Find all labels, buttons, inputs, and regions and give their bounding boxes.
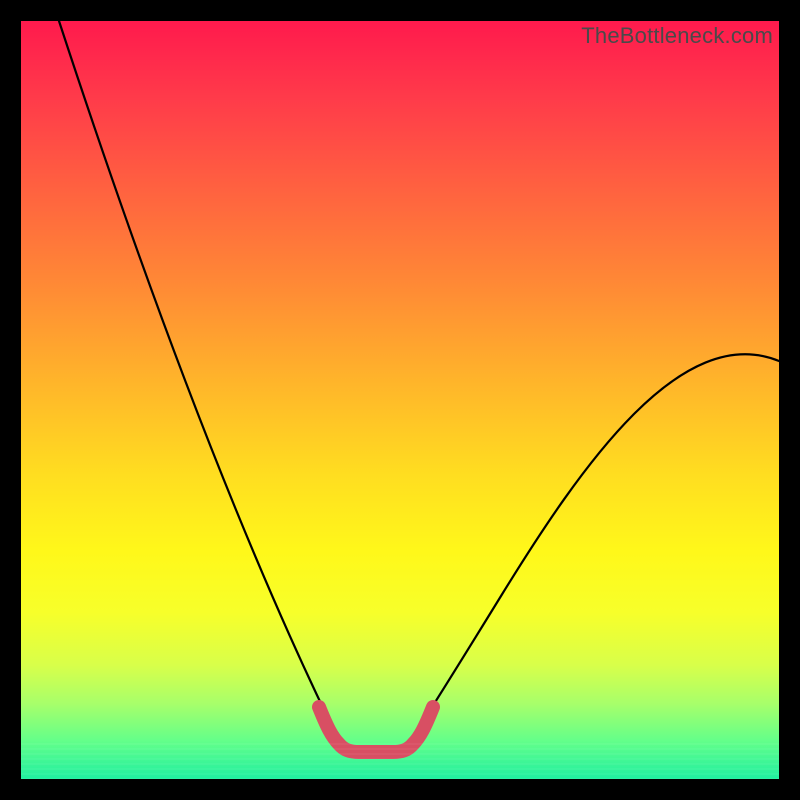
bottleneck-curve	[59, 21, 779, 748]
flat-bottom-highlight	[319, 707, 433, 752]
chart-frame: TheBottleneck.com	[0, 0, 800, 800]
chart-curve-layer	[21, 21, 779, 779]
chart-plot-area: TheBottleneck.com	[21, 21, 779, 779]
